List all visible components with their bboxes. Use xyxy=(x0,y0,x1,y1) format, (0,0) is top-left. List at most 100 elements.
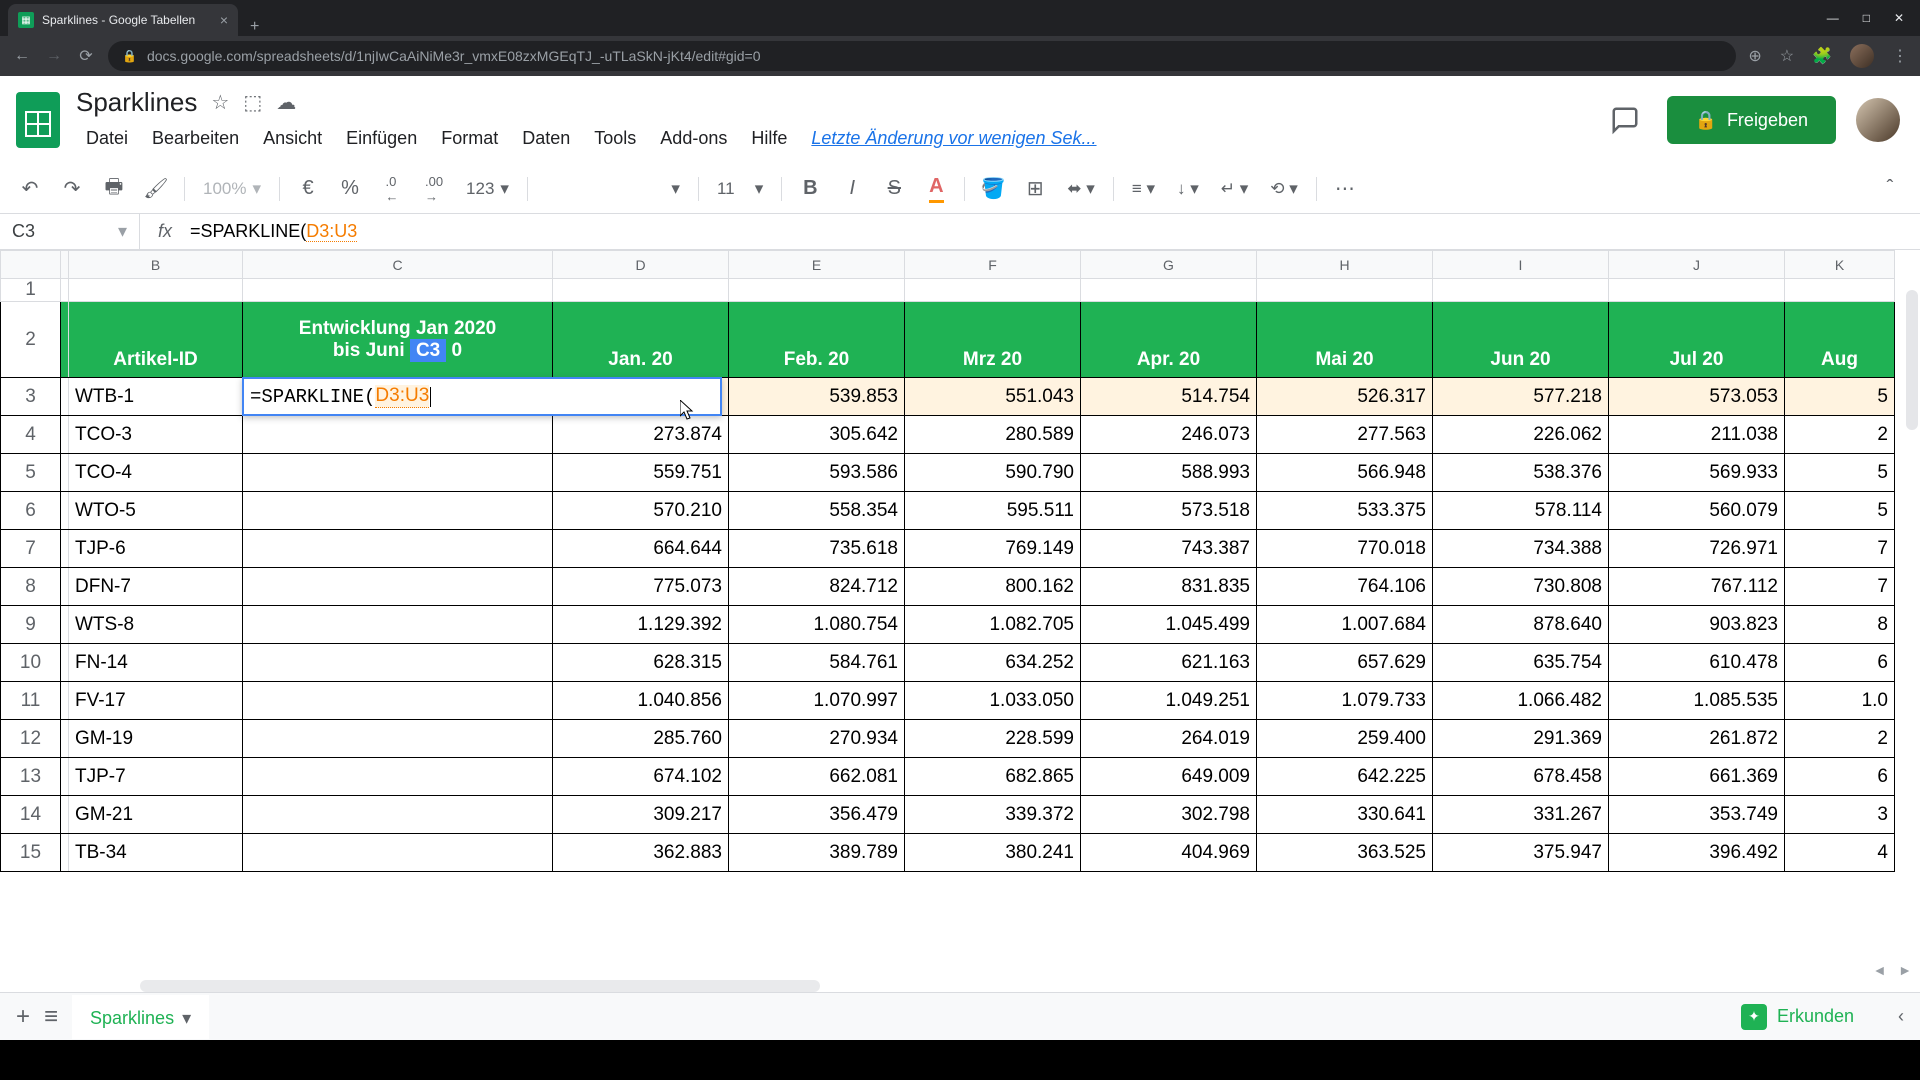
row-header-8[interactable]: 8 xyxy=(1,568,61,606)
cell-artikel-id[interactable]: TJP-7 xyxy=(69,758,243,796)
cell-value[interactable]: 362.883 xyxy=(553,834,729,872)
cell[interactable] xyxy=(729,279,905,302)
horizontal-scroll-nav[interactable]: ◄ ► xyxy=(1873,962,1912,978)
share-button[interactable]: 🔒 Freigeben xyxy=(1667,96,1836,144)
cell-value[interactable]: 610.478 xyxy=(1609,644,1785,682)
cell-value[interactable]: 270.934 xyxy=(729,720,905,758)
cell-value[interactable]: 228.599 xyxy=(905,720,1081,758)
horizontal-scrollbar[interactable] xyxy=(140,980,820,992)
cell-value[interactable]: 538.376 xyxy=(1433,454,1609,492)
col-header-J[interactable]: J xyxy=(1609,251,1785,279)
sheet-tab-sparklines[interactable]: Sparklines ▾ xyxy=(72,995,209,1039)
spreadsheet-grid[interactable]: BCDEFGHIJK12Artikel-ID Entwicklung Jan 2… xyxy=(0,250,1920,992)
all-sheets-button[interactable]: ≡ xyxy=(44,1003,58,1031)
col-header-E[interactable]: E xyxy=(729,251,905,279)
col-header-B[interactable]: B xyxy=(69,251,243,279)
cell-artikel-id[interactable]: TB-34 xyxy=(69,834,243,872)
header-entwicklung[interactable]: Entwicklung Jan 2020 bis Juni C3 0 xyxy=(243,302,553,378)
cell-value[interactable]: 578.114 xyxy=(1433,492,1609,530)
paint-format-button[interactable]: 🖌 xyxy=(138,171,174,207)
cell-value[interactable]: 261.872 xyxy=(1609,720,1785,758)
cell-value[interactable]: 2 xyxy=(1785,416,1895,454)
cell-value[interactable]: 1.070.997 xyxy=(729,682,905,720)
chevron-down-icon[interactable]: ▾ xyxy=(182,1008,191,1029)
star-icon[interactable]: ☆ xyxy=(211,90,229,115)
cell-value[interactable]: 878.640 xyxy=(1433,606,1609,644)
cell-value[interactable]: 767.112 xyxy=(1609,568,1785,606)
move-icon[interactable]: ⬚ xyxy=(243,90,262,115)
cell-value[interactable]: 674.102 xyxy=(553,758,729,796)
col-header-A[interactable] xyxy=(61,251,69,279)
browser-tab[interactable]: ▦ Sparklines - Google Tabellen × xyxy=(8,4,238,36)
fill-color-button[interactable]: 🪣 xyxy=(975,171,1011,207)
print-button[interactable]: 🖶 xyxy=(96,171,132,207)
font-size-select[interactable]: 11 ▾ xyxy=(709,179,771,199)
row-header-7[interactable]: 7 xyxy=(1,530,61,568)
row-header-1[interactable]: 1 xyxy=(1,279,61,302)
menu-datei[interactable]: Datei xyxy=(76,124,138,153)
menu-einfuegen[interactable]: Einfügen xyxy=(336,124,427,153)
collapse-toolbar-button[interactable]: ˆ xyxy=(1872,171,1908,207)
cell-value[interactable]: 277.563 xyxy=(1257,416,1433,454)
cell-artikel-id[interactable]: DFN-7 xyxy=(69,568,243,606)
cell-sparkline[interactable] xyxy=(243,606,553,644)
cell-c3-editing[interactable]: =SPARKLINE(D3:U3 xyxy=(243,378,553,416)
side-panel-toggle[interactable]: ‹ xyxy=(1898,1006,1904,1027)
currency-button[interactable]: € xyxy=(290,171,326,207)
cell-value[interactable]: 635.754 xyxy=(1433,644,1609,682)
cell-value[interactable]: 824.712 xyxy=(729,568,905,606)
cell-value[interactable]: 1.033.050 xyxy=(905,682,1081,720)
cell-artikel-id[interactable]: TCO-3 xyxy=(69,416,243,454)
cell-value[interactable]: 903.823 xyxy=(1609,606,1785,644)
cell-value[interactable]: 662.081 xyxy=(729,758,905,796)
cell-value[interactable]: 584.761 xyxy=(729,644,905,682)
cell-value[interactable]: 7 xyxy=(1785,530,1895,568)
menu-tools[interactable]: Tools xyxy=(584,124,646,153)
window-minimize-button[interactable]: — xyxy=(1827,11,1839,25)
col-header-H[interactable]: H xyxy=(1257,251,1433,279)
row-header-13[interactable]: 13 xyxy=(1,758,61,796)
account-avatar[interactable] xyxy=(1856,98,1900,142)
cell-value[interactable]: 389.789 xyxy=(729,834,905,872)
cell-value[interactable]: 558.354 xyxy=(729,492,905,530)
cell-value[interactable]: 5 xyxy=(1785,378,1895,416)
cell-value[interactable]: 264.019 xyxy=(1081,720,1257,758)
cell-sparkline[interactable] xyxy=(243,720,553,758)
cell-value[interactable]: 678.458 xyxy=(1433,758,1609,796)
cell-value[interactable]: 573.518 xyxy=(1081,492,1257,530)
cell-sparkline[interactable] xyxy=(243,416,553,454)
cell-value[interactable]: 273.874 xyxy=(553,416,729,454)
v-align-button[interactable]: ↓ ▾ xyxy=(1169,179,1207,199)
merge-button[interactable]: ⬌ ▾ xyxy=(1059,179,1103,199)
header-artikel-id[interactable]: Artikel-ID xyxy=(69,302,243,378)
header-month[interactable]: Jan. 20 xyxy=(553,302,729,378)
col-header-D[interactable]: D xyxy=(553,251,729,279)
cell-sparkline[interactable] xyxy=(243,492,553,530)
cell-value[interactable]: 6 xyxy=(1785,644,1895,682)
cell-value[interactable]: 330.641 xyxy=(1257,796,1433,834)
add-sheet-button[interactable]: + xyxy=(16,1003,30,1031)
decrease-decimal-button[interactable]: .0← xyxy=(374,171,410,207)
star-icon[interactable]: ☆ xyxy=(1780,46,1794,66)
url-input[interactable]: 🔒 docs.google.com/spreadsheets/d/1njIwCa… xyxy=(108,41,1736,71)
extension-icon[interactable]: 🧩 xyxy=(1812,46,1832,66)
cell[interactable] xyxy=(1257,279,1433,302)
font-select[interactable]: ▾ xyxy=(538,179,688,199)
cell-value[interactable]: 682.865 xyxy=(905,758,1081,796)
profile-avatar-small[interactable] xyxy=(1850,44,1874,68)
more-toolbar-button[interactable]: ⋯ xyxy=(1327,171,1363,207)
cell[interactable] xyxy=(1433,279,1609,302)
cell-value[interactable]: 657.629 xyxy=(1257,644,1433,682)
cell-value[interactable]: 1.040.856 xyxy=(553,682,729,720)
cell-artikel-id[interactable]: FV-17 xyxy=(69,682,243,720)
cell-value[interactable]: 664.644 xyxy=(553,530,729,568)
zoom-icon[interactable]: ⊕ xyxy=(1748,46,1761,66)
cloud-icon[interactable]: ☁ xyxy=(276,90,296,115)
cell-value[interactable]: 743.387 xyxy=(1081,530,1257,568)
row-header-3[interactable]: 3 xyxy=(1,378,61,416)
col-header-G[interactable]: G xyxy=(1081,251,1257,279)
cell[interactable] xyxy=(905,279,1081,302)
cell-value[interactable]: 560.079 xyxy=(1609,492,1785,530)
strikethrough-button[interactable]: S xyxy=(876,171,912,207)
menu-ansicht[interactable]: Ansicht xyxy=(253,124,332,153)
